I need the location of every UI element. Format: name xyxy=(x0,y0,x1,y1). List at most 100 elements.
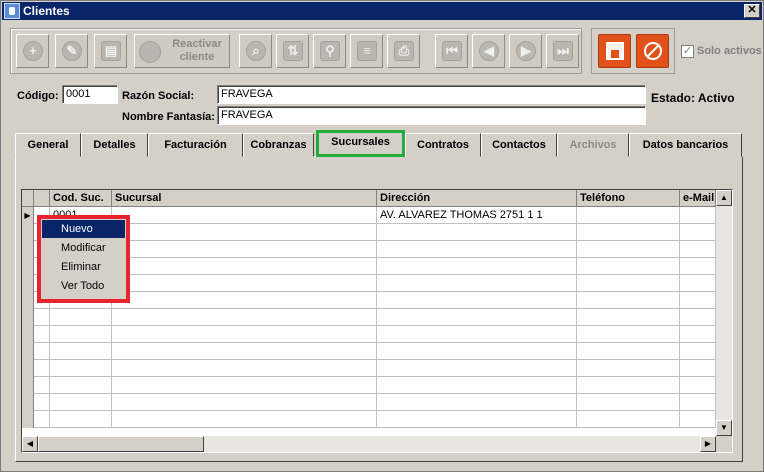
scroll-left-icon[interactable]: ◀ xyxy=(22,436,38,452)
razon-social-field[interactable]: FRAVEGA xyxy=(217,85,646,104)
table-cell[interactable] xyxy=(112,292,377,309)
table-cell[interactable] xyxy=(112,394,377,411)
table-cell[interactable] xyxy=(680,241,716,258)
table-row[interactable] xyxy=(22,326,716,343)
table-cell[interactable] xyxy=(577,326,680,343)
table-cell[interactable] xyxy=(112,241,377,258)
table-cell[interactable] xyxy=(377,275,577,292)
tab-cobranzas[interactable]: Cobranzas xyxy=(243,133,314,157)
table-row[interactable] xyxy=(22,309,716,326)
table-cell[interactable] xyxy=(377,258,577,275)
previous-record-button[interactable]: ◀ xyxy=(472,34,505,68)
tab-datos-bancarios[interactable]: Datos bancarios xyxy=(629,133,742,157)
table-cell[interactable] xyxy=(680,292,716,309)
table-cell[interactable] xyxy=(577,343,680,360)
table-cell[interactable] xyxy=(50,394,112,411)
cancel-button[interactable] xyxy=(636,34,669,68)
table-cell[interactable] xyxy=(680,224,716,241)
table-cell[interactable] xyxy=(577,377,680,394)
print-button[interactable]: ⎙ xyxy=(387,34,420,68)
col-sucursal[interactable]: Sucursal xyxy=(112,190,377,207)
table-cell[interactable] xyxy=(377,292,577,309)
table-cell[interactable] xyxy=(112,377,377,394)
table-cell[interactable] xyxy=(680,343,716,360)
menu-item-eliminar[interactable]: Eliminar xyxy=(42,258,125,276)
table-cell[interactable] xyxy=(50,360,112,377)
table-row[interactable] xyxy=(22,411,716,428)
scroll-right-icon[interactable]: ▶ xyxy=(700,436,716,452)
table-cell[interactable] xyxy=(577,411,680,428)
table-row[interactable] xyxy=(22,377,716,394)
table-cell[interactable] xyxy=(577,224,680,241)
delete-button[interactable]: ▤ xyxy=(94,34,127,68)
table-cell[interactable] xyxy=(112,326,377,343)
table-cell[interactable] xyxy=(577,207,680,224)
table-cell[interactable] xyxy=(112,343,377,360)
table-cell[interactable] xyxy=(680,360,716,377)
codigo-field[interactable]: 0001 xyxy=(62,85,118,104)
table-cell[interactable] xyxy=(112,207,377,224)
col-cod-suc[interactable]: Cod. Suc. xyxy=(50,190,112,207)
tab-general[interactable]: General xyxy=(15,133,81,157)
table-cell[interactable] xyxy=(680,394,716,411)
nombre-fantasia-field[interactable]: FRAVEGA xyxy=(217,106,646,125)
table-cell[interactable] xyxy=(50,309,112,326)
table-cell[interactable] xyxy=(577,292,680,309)
table-cell[interactable] xyxy=(680,275,716,292)
scroll-up-icon[interactable]: ▲ xyxy=(716,190,732,206)
table-cell[interactable] xyxy=(377,309,577,326)
table-cell[interactable] xyxy=(577,258,680,275)
reactivar-cliente-button[interactable]: Reactivar cliente xyxy=(134,34,230,68)
table-cell[interactable] xyxy=(377,326,577,343)
close-button[interactable]: ✕ xyxy=(744,4,760,18)
tab-sucursales[interactable]: Sucursales xyxy=(316,130,405,157)
table-row[interactable] xyxy=(22,360,716,377)
last-record-button[interactable]: ⏭ xyxy=(546,34,579,68)
scroll-down-icon[interactable]: ▼ xyxy=(716,420,732,436)
table-cell[interactable] xyxy=(50,343,112,360)
table-cell[interactable] xyxy=(377,343,577,360)
tab-contactos[interactable]: Contactos xyxy=(481,133,557,157)
menu-item-nuevo[interactable]: Nuevo xyxy=(42,220,125,238)
filter-button[interactable]: ⚲ xyxy=(313,34,346,68)
table-cell[interactable] xyxy=(112,360,377,377)
table-cell[interactable] xyxy=(377,241,577,258)
search-button[interactable]: ⌕ xyxy=(239,34,272,68)
table-cell[interactable] xyxy=(50,377,112,394)
table-cell[interactable] xyxy=(377,377,577,394)
table-cell[interactable] xyxy=(577,309,680,326)
vertical-scrollbar[interactable]: ▲ ▼ xyxy=(716,190,732,436)
tab-archivos[interactable]: Archivos xyxy=(557,133,629,157)
save-button[interactable] xyxy=(598,34,631,68)
col-email[interactable]: e-Mail xyxy=(680,190,716,207)
menu-item-modificar[interactable]: Modificar xyxy=(42,239,125,257)
table-cell[interactable] xyxy=(112,411,377,428)
table-cell[interactable] xyxy=(112,258,377,275)
solo-activos-checkbox[interactable]: ✓ xyxy=(681,45,694,58)
table-cell[interactable] xyxy=(680,377,716,394)
horizontal-scroll-thumb[interactable] xyxy=(38,436,204,452)
table-row[interactable] xyxy=(22,343,716,360)
table-cell[interactable]: AV. ALVAREZ THOMAS 2751 1 1 xyxy=(377,207,577,224)
table-cell[interactable] xyxy=(680,411,716,428)
next-record-button[interactable]: ▶ xyxy=(509,34,542,68)
horizontal-scrollbar[interactable]: ◀ ▶ xyxy=(22,436,716,452)
table-cell[interactable] xyxy=(577,241,680,258)
first-record-button[interactable]: ⏮ xyxy=(435,34,468,68)
table-cell[interactable] xyxy=(577,360,680,377)
menu-item-ver-todo[interactable]: Ver Todo xyxy=(42,277,125,295)
table-cell[interactable] xyxy=(577,394,680,411)
tab-contratos[interactable]: Contratos xyxy=(405,133,481,157)
table-cell[interactable] xyxy=(112,309,377,326)
table-cell[interactable] xyxy=(680,309,716,326)
tab-detalles[interactable]: Detalles xyxy=(81,133,148,157)
table-cell[interactable] xyxy=(377,360,577,377)
sort-button[interactable]: ⇅ xyxy=(276,34,309,68)
edit-button[interactable]: ✎ xyxy=(55,34,88,68)
table-cell[interactable] xyxy=(50,411,112,428)
table-cell[interactable] xyxy=(377,394,577,411)
col-direccion[interactable]: Dirección xyxy=(377,190,577,207)
table-cell[interactable] xyxy=(680,207,716,224)
tab-facturacion[interactable]: Facturación xyxy=(148,133,243,157)
table-cell[interactable] xyxy=(377,411,577,428)
